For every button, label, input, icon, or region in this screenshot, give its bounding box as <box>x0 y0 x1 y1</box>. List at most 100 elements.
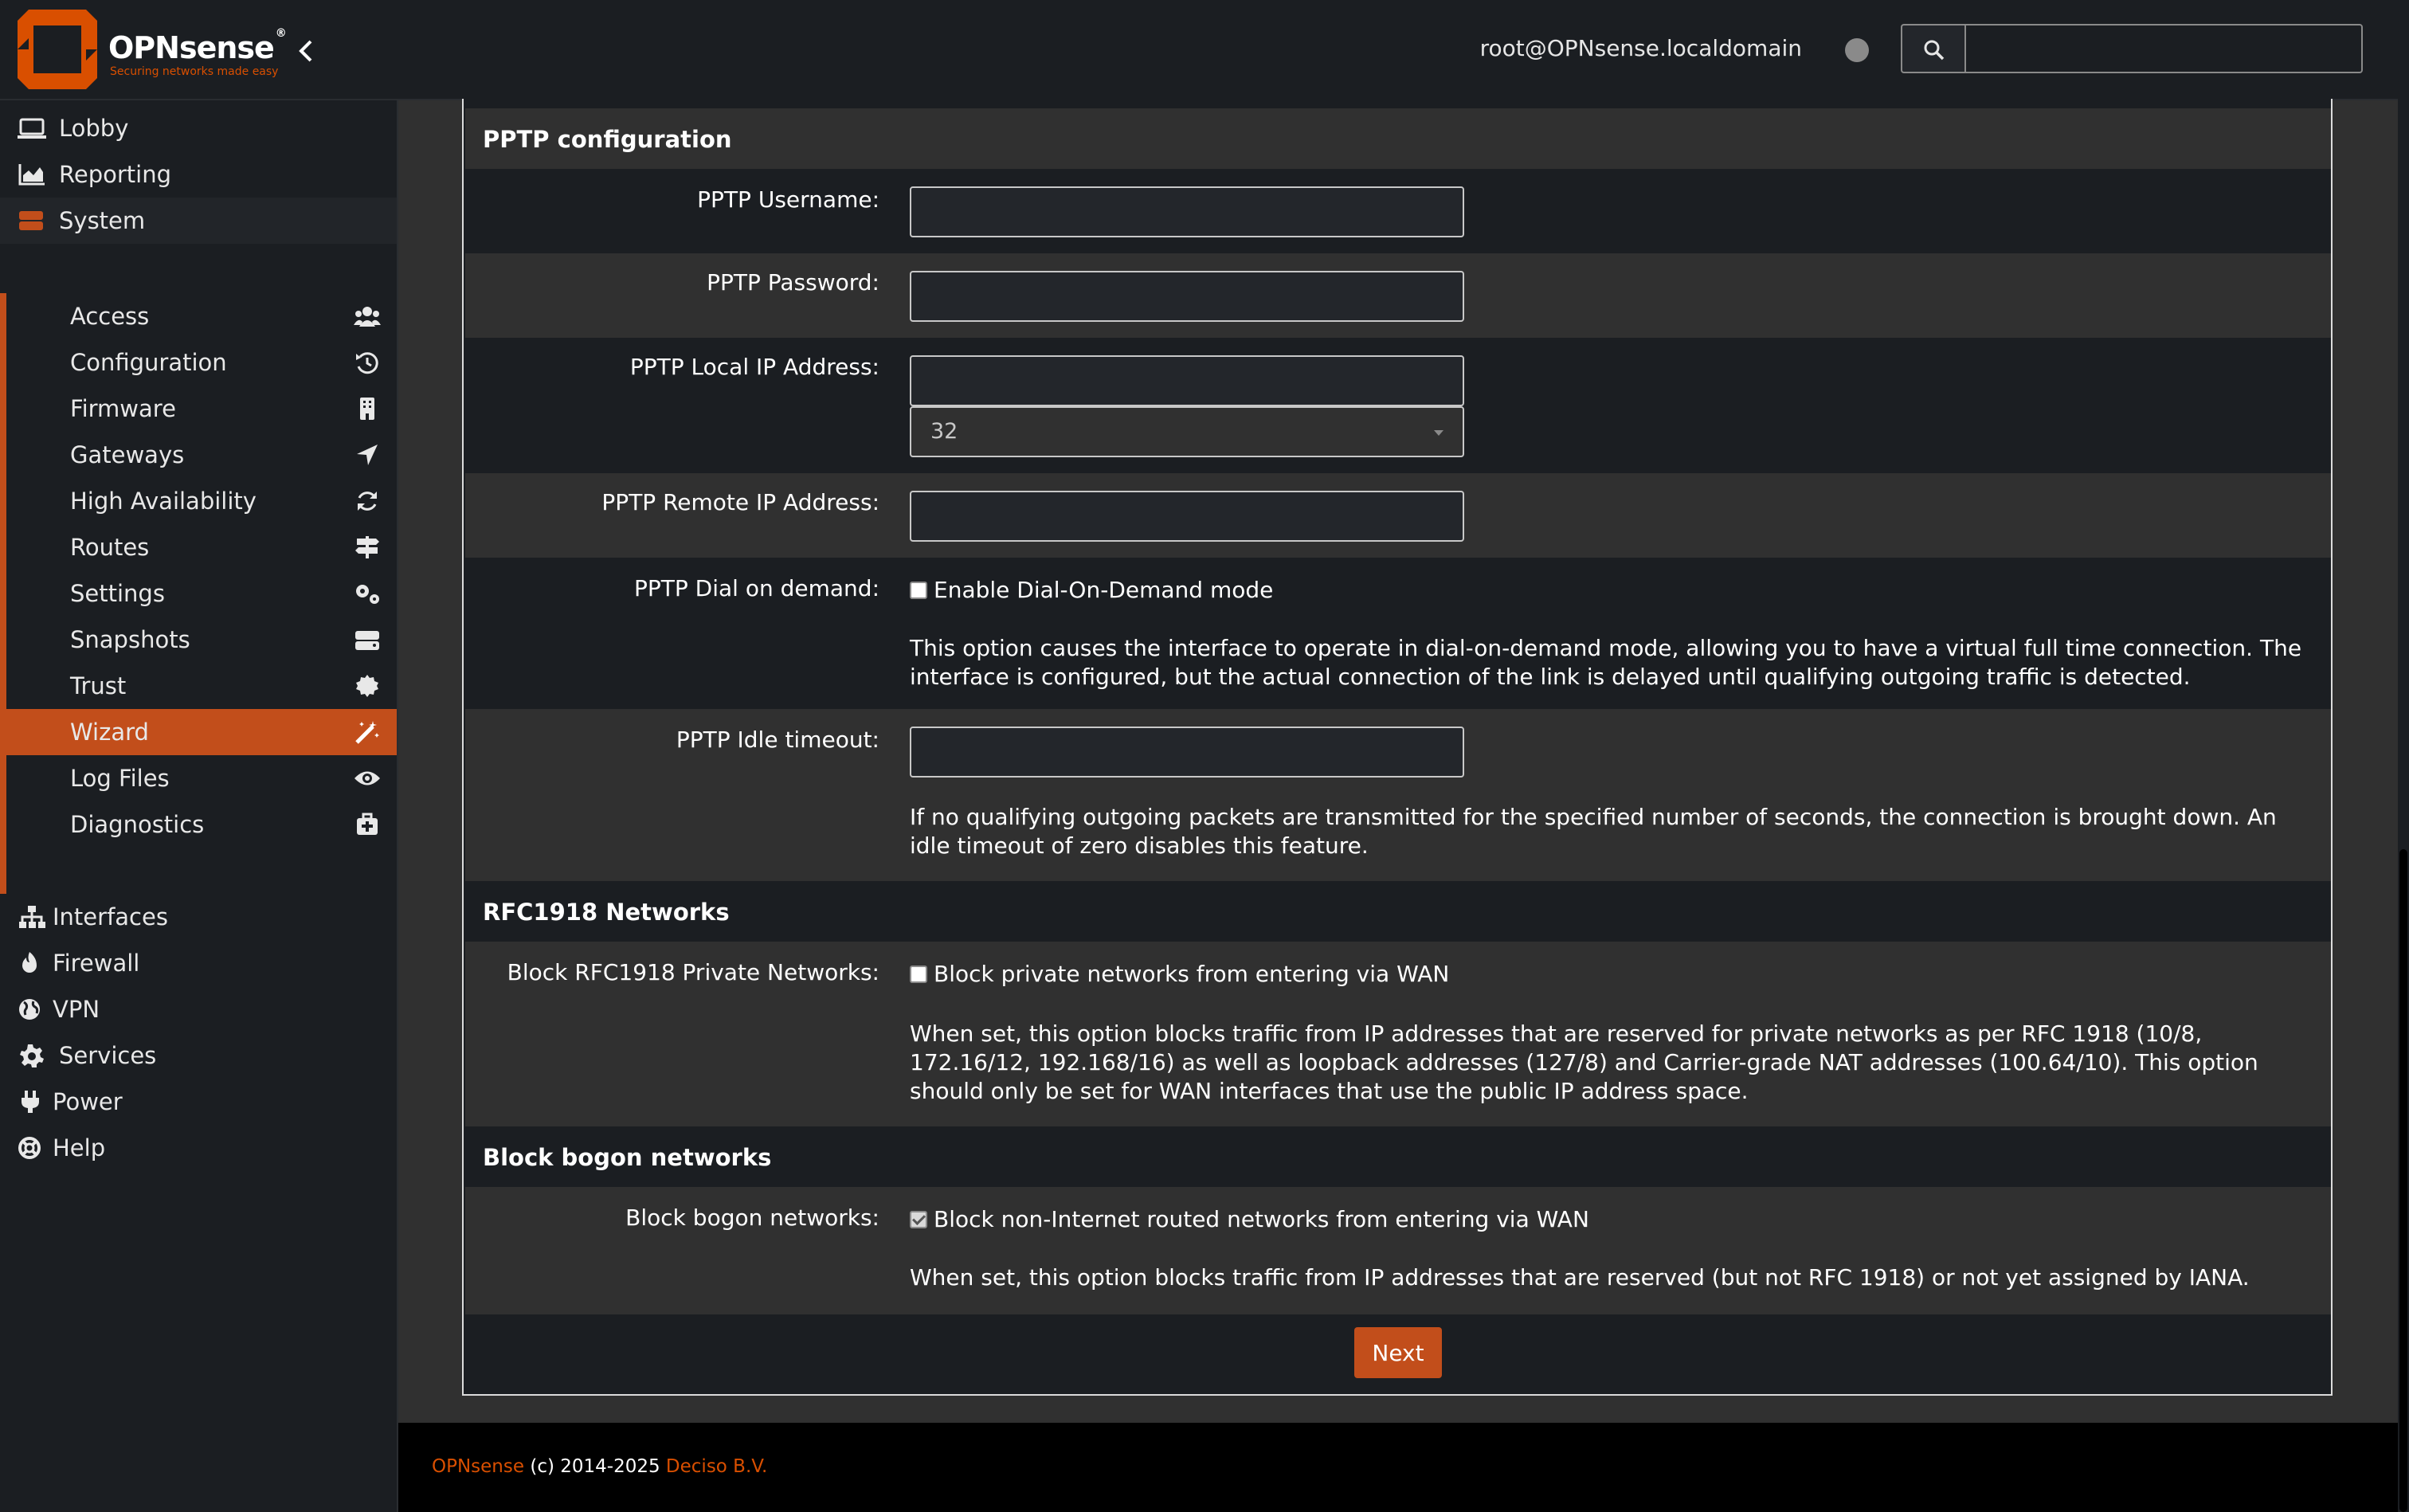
pptp-username-row: PPTP Username: <box>465 169 2331 253</box>
block-bogon-checkbox[interactable] <box>910 1211 927 1228</box>
sidebar-item-label: System <box>59 207 146 234</box>
sidebar-item-power[interactable]: Power <box>0 1079 397 1125</box>
sidebar-item-system[interactable]: System <box>0 198 397 244</box>
sidebar-item-label: Trust <box>70 672 127 699</box>
history-icon <box>356 352 378 374</box>
sidebar-item-label: High Availability <box>70 488 257 515</box>
footer-copyright-text: (c) 2014-2025 <box>524 1456 666 1477</box>
sidebar-item-label: Lobby <box>59 115 129 142</box>
field-label: PPTP Idle timeout: <box>676 727 879 753</box>
pptp-local-ip-input[interactable] <box>910 355 1464 406</box>
pptp-idle-timeout-input[interactable] <box>910 727 1464 778</box>
sidebar-item-label: Access <box>70 303 150 330</box>
globe-icon <box>19 999 40 1020</box>
sidebar-item-reporting[interactable]: Reporting <box>0 151 397 198</box>
search-button[interactable] <box>1901 24 1964 73</box>
pptp-username-input[interactable] <box>910 186 1464 237</box>
hdd-icon <box>355 631 379 650</box>
opnsense-logo-icon[interactable] <box>18 10 97 89</box>
sidebar-collapse-chevron-icon[interactable] <box>296 38 315 64</box>
sidebar-item-lobby[interactable]: Lobby <box>0 105 397 151</box>
field-label: PPTP Username: <box>697 186 879 213</box>
sidebar-item-firewall[interactable]: Firewall <box>0 940 397 986</box>
refresh-icon <box>358 492 377 511</box>
sidebar-item-trust[interactable]: Trust <box>6 663 397 709</box>
footer-brand-link[interactable]: OPNsense <box>432 1456 524 1477</box>
field-label: PPTP Remote IP Address: <box>601 489 879 515</box>
search-input[interactable] <box>1964 24 2363 73</box>
pptp-password-row: PPTP Password: <box>465 253 2331 338</box>
sidebar-item-configuration[interactable]: Configuration <box>6 339 397 386</box>
scrollbar-thumb[interactable] <box>2399 849 2407 1512</box>
users-icon <box>354 307 381 327</box>
sidebar-item-firmware[interactable]: Firmware <box>6 386 397 432</box>
sidebar-item-wizard[interactable]: Wizard <box>6 709 397 755</box>
sidebar-item-routes[interactable]: Routes <box>6 524 397 570</box>
selected-value: 32 <box>930 419 958 444</box>
checkbox-label: Enable Dial-On-Demand mode <box>934 577 1274 603</box>
eye-icon <box>354 771 380 785</box>
help-text: If no qualifying outgoing packets are tr… <box>910 804 2277 859</box>
sidebar: Lobby Reporting System Access Configurat… <box>0 100 398 1512</box>
sidebar-item-interfaces[interactable]: Interfaces <box>0 894 397 940</box>
location-arrow-icon <box>357 445 378 465</box>
dial-on-demand-checkbox[interactable] <box>910 582 927 599</box>
sidebar-item-label: Help <box>53 1134 106 1161</box>
wizard-form-panel: PPTP configuration PPTP Username: PPTP P… <box>462 99 2333 1396</box>
user-account-label[interactable]: root@OPNsense.localdomain <box>1480 35 1802 61</box>
pptp-local-subnet-select[interactable]: 32 <box>910 406 1464 457</box>
section-title: RFC1918 Networks <box>483 899 730 926</box>
sidebar-item-label: Configuration <box>70 349 227 376</box>
chevron-down-icon <box>1434 430 1443 436</box>
sidebar-item-label: Firmware <box>70 395 176 422</box>
sidebar-item-label: Wizard <box>70 719 149 746</box>
cog-icon <box>20 1044 44 1067</box>
help-text: This option causes the interface to oper… <box>910 635 2302 690</box>
status-indicator-icon[interactable] <box>1845 38 1869 62</box>
sidebar-item-label: Routes <box>70 534 150 561</box>
area-chart-icon <box>18 164 45 186</box>
sidebar-item-access[interactable]: Access <box>6 293 397 339</box>
sidebar-item-label: Interfaces <box>53 903 168 930</box>
footer: OPNsense (c) 2014-2025 Deciso B.V. <box>398 1423 2398 1512</box>
pptp-password-input[interactable] <box>910 271 1464 322</box>
sidebar-item-vpn[interactable]: VPN <box>0 986 397 1032</box>
sidebar-item-snapshots[interactable]: Snapshots <box>6 617 397 663</box>
sidebar-item-label: Firewall <box>53 950 140 977</box>
field-label: PPTP Password: <box>707 269 879 296</box>
field-label: Block RFC1918 Private Networks: <box>507 959 879 985</box>
checkbox-label: Block non-Internet routed networks from … <box>934 1206 1589 1232</box>
sidebar-item-settings[interactable]: Settings <box>6 570 397 617</box>
section-title: Block bogon networks <box>483 1144 772 1171</box>
server-icon <box>19 211 43 230</box>
sidebar-item-label: Power <box>53 1088 123 1115</box>
sidebar-item-label: VPN <box>53 996 100 1023</box>
search-icon <box>1924 40 1945 61</box>
sidebar-item-help[interactable]: Help <box>0 1125 397 1171</box>
bogon-row: Block bogon networks: Block non-Internet… <box>465 1187 2331 1314</box>
sidebar-item-label: Settings <box>70 580 165 607</box>
next-button[interactable]: Next <box>1354 1327 1442 1378</box>
field-label: Block bogon networks: <box>625 1205 879 1231</box>
help-text: When set, this option blocks traffic fro… <box>910 1020 2258 1104</box>
block-rfc1918-checkbox[interactable] <box>910 966 927 983</box>
brand-name: OPNsense ® <box>108 27 287 65</box>
plug-icon <box>22 1091 39 1113</box>
sidebar-item-high-availability[interactable]: High Availability <box>6 478 397 524</box>
help-text: When set, this option blocks traffic fro… <box>910 1264 2250 1291</box>
footer-company-link[interactable]: Deciso B.V. <box>666 1456 767 1477</box>
cogs-icon <box>356 585 379 604</box>
sidebar-item-label: Reporting <box>59 161 171 188</box>
pptp-dial-on-demand-row: PPTP Dial on demand: Enable Dial-On-Dema… <box>465 558 2331 709</box>
sidebar-item-log-files[interactable]: Log Files <box>6 755 397 801</box>
laptop-icon <box>18 118 46 139</box>
fire-icon <box>22 952 37 973</box>
sidebar-item-label: Snapshots <box>70 626 190 653</box>
bogon-section-header: Block bogon networks <box>465 1126 2331 1187</box>
pptp-local-ip-row: PPTP Local IP Address: 32 <box>465 338 2331 473</box>
building-icon <box>360 398 374 420</box>
pptp-remote-ip-input[interactable] <box>910 491 1464 542</box>
sidebar-item-services[interactable]: Services <box>0 1032 397 1079</box>
sidebar-item-diagnostics[interactable]: Diagnostics <box>6 801 397 848</box>
sidebar-item-gateways[interactable]: Gateways <box>6 432 397 478</box>
